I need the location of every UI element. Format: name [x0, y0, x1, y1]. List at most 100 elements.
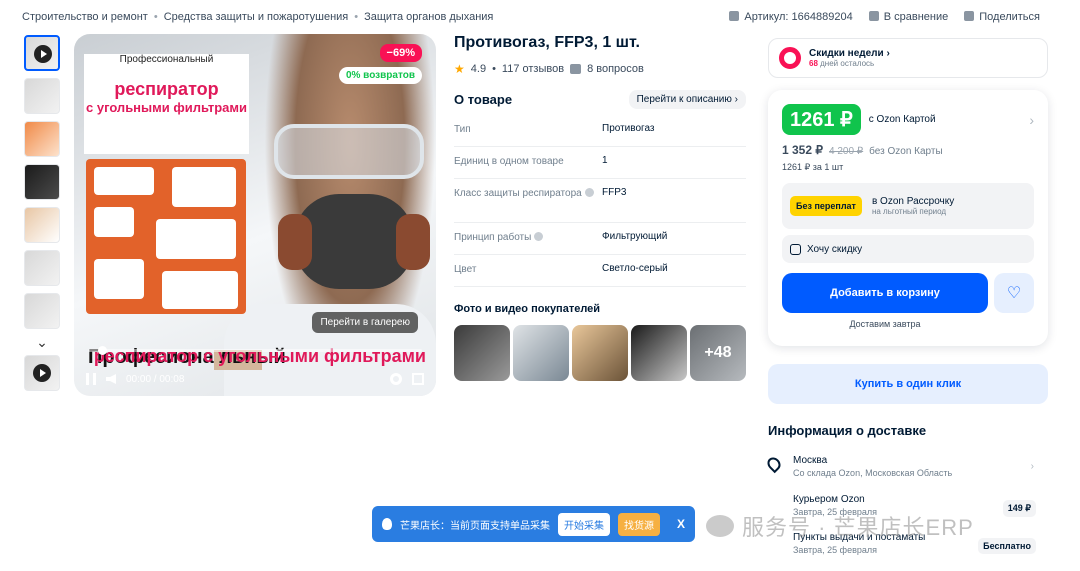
top-actions: Артикул: 1664889204 В сравнение Поделить…: [729, 11, 1040, 23]
plugin-message: 芒果店长：当前页面支持单品采集: [400, 520, 550, 532]
product-info: Противогаз, FFP3, 1 шт. ★ 4.9 • 117 отзы…: [454, 34, 746, 381]
chevron-down-icon[interactable]: ⌄: [24, 334, 60, 351]
volume-icon[interactable]: [106, 374, 116, 384]
kit-item: [94, 167, 154, 195]
spec-row: Тип Противогаз: [454, 115, 746, 147]
spec-row: Принцип работы Фильтрующий: [454, 223, 746, 255]
installment-banner[interactable]: Без переплат в Ozon Рассрочку на льготны…: [782, 183, 1034, 229]
main-media-viewer[interactable]: Профессиональный респиратор с угольными …: [74, 34, 436, 396]
delivery-city-row[interactable]: Москва Со склада Ozon, Московская Област…: [764, 454, 1038, 478]
compare-label: В сравнение: [883, 11, 949, 23]
deals-count: 68: [809, 59, 818, 68]
video-progress-handle[interactable]: [98, 346, 108, 355]
chevron-right-icon: ›: [1029, 111, 1034, 128]
fullscreen-icon[interactable]: [412, 373, 424, 385]
deals-title-row: Скидки недели ›: [809, 48, 890, 59]
buy-one-click-button[interactable]: Купить в один клик: [768, 364, 1048, 404]
thumbnail-image[interactable]: [24, 121, 60, 157]
specs-table: Тип Противогаз Единиц в одном товаре 1 К…: [454, 115, 746, 287]
spec-row: Класс защиты респиратора FFP3: [454, 179, 746, 223]
filter-cartridge: [396, 214, 430, 270]
promo-sign-main: респиратор: [114, 79, 219, 99]
wechat-icon: [706, 515, 734, 537]
customer-photo[interactable]: [454, 325, 510, 381]
article-number[interactable]: Артикул: 1664889204: [729, 11, 853, 23]
deals-title: Скидки недели: [809, 48, 884, 59]
spec-value: Противогаз: [602, 123, 655, 134]
reviews-link[interactable]: 117 отзывов: [502, 63, 564, 75]
find-source-button[interactable]: 找货源: [618, 512, 660, 536]
questions-link[interactable]: 8 вопросов: [587, 63, 644, 75]
rating-row: ★ 4.9 • 117 отзывов 8 вопросов: [454, 62, 746, 76]
breadcrumb-item[interactable]: Защита органов дыхания: [364, 11, 493, 23]
spec-key: Класс защиты респиратора: [454, 188, 582, 199]
more-photos-button[interactable]: +48: [690, 325, 746, 381]
thumbnail-video[interactable]: [24, 35, 60, 71]
spec-value: Фильтрующий: [602, 231, 668, 242]
breadcrumb-separator: •: [354, 11, 359, 23]
compare-icon: [868, 11, 879, 21]
thumbnail-image[interactable]: [24, 207, 60, 243]
filter-cartridge: [278, 214, 312, 270]
kit-item: [172, 167, 236, 207]
respirator-image: [278, 194, 430, 289]
thumbnail-image[interactable]: [24, 164, 60, 200]
video-progress-bar[interactable]: [88, 346, 422, 355]
favorite-heart-icon[interactable]: ♡: [994, 273, 1034, 313]
delivery-info-title: Информация о доставке: [768, 423, 927, 438]
unit-price: 1261 ₽ за 1 шт: [782, 162, 844, 172]
thumbnail-image[interactable]: [24, 293, 60, 329]
gallery-button[interactable]: Перейти в галерею: [312, 312, 418, 333]
chevron-right-icon: ›: [1030, 461, 1034, 472]
customer-photo[interactable]: [631, 325, 687, 381]
ozon-card-label: с Ozon Картой: [868, 114, 936, 125]
thumbnail-image[interactable]: [24, 250, 60, 286]
play-icon: [34, 45, 52, 63]
product-title: Противогаз, FFP3, 1 шт.: [454, 34, 640, 51]
deals-text: Скидки недели › 68 дней осталось: [809, 48, 890, 68]
delivery-city-text: Москва Со склада Ozon, Московская Област…: [793, 455, 1038, 478]
go-to-description-label: Перейти к описанию: [636, 94, 732, 105]
installment-subtitle: на льготный период: [871, 207, 947, 216]
returns-badge[interactable]: 0% возвратов: [338, 67, 422, 84]
info-icon[interactable]: [534, 232, 544, 241]
breadcrumb-item[interactable]: Средства защиты и пожаротушения: [164, 11, 349, 23]
add-to-cart-button[interactable]: Добавить в корзину: [782, 273, 988, 313]
promo-sign-top: Профессиональный: [119, 54, 214, 65]
spec-value: 1: [602, 155, 608, 166]
card-price-row[interactable]: 1261 ₽ с Ozon Картой ›: [782, 104, 1034, 135]
pickup-price: Бесплатно: [978, 538, 1036, 554]
chat-icon: [790, 243, 801, 255]
pause-icon[interactable]: [86, 373, 96, 385]
spec-row: Единиц в одном товаре 1: [454, 147, 746, 179]
thumbnail-list: ⌄: [24, 35, 62, 398]
deals-countdown: 68 дней осталось: [809, 59, 890, 68]
close-icon[interactable]: X: [677, 517, 685, 531]
thumbnail-video[interactable]: [24, 355, 60, 391]
share-button[interactable]: Поделиться: [964, 11, 1040, 23]
compare-button[interactable]: В сравнение: [868, 11, 949, 23]
regular-price-row: 1 352 ₽ 4 200 ₽ без Ozon Карты: [782, 143, 1034, 157]
mango-logo-icon: [382, 518, 392, 530]
customer-photo[interactable]: [572, 325, 628, 381]
gear-icon[interactable]: [390, 373, 402, 385]
want-discount-button[interactable]: Хочу скидку: [782, 235, 1034, 263]
thumbnail-image[interactable]: [24, 78, 60, 114]
about-title: О товаре: [454, 92, 513, 107]
go-to-description-button[interactable]: Перейти к описанию ›: [628, 90, 746, 109]
spec-key-wrap: Принцип работы: [454, 231, 602, 246]
customer-photo[interactable]: [513, 325, 569, 381]
installment-title: в Ozon Рассрочку: [871, 196, 955, 207]
info-icon[interactable]: [584, 188, 594, 197]
promo-sign-sub: с угольными фильтрами: [86, 100, 247, 115]
breadcrumb-item[interactable]: Строительство и ремонт: [22, 11, 148, 23]
spec-key: Единиц в одном товаре: [454, 156, 564, 167]
delivery-note: Доставим завтра: [849, 319, 921, 329]
spec-row: Цвет Светло-серый: [454, 255, 746, 287]
spec-key: Принцип работы: [454, 232, 532, 243]
weekly-deals-banner[interactable]: Скидки недели › 68 дней осталось: [768, 38, 1048, 78]
share-label: Поделиться: [979, 11, 1040, 23]
start-collect-button[interactable]: 开始采集: [558, 512, 610, 536]
discount-badge: −69%: [379, 44, 422, 62]
spec-value: Светло-серый: [602, 263, 668, 274]
